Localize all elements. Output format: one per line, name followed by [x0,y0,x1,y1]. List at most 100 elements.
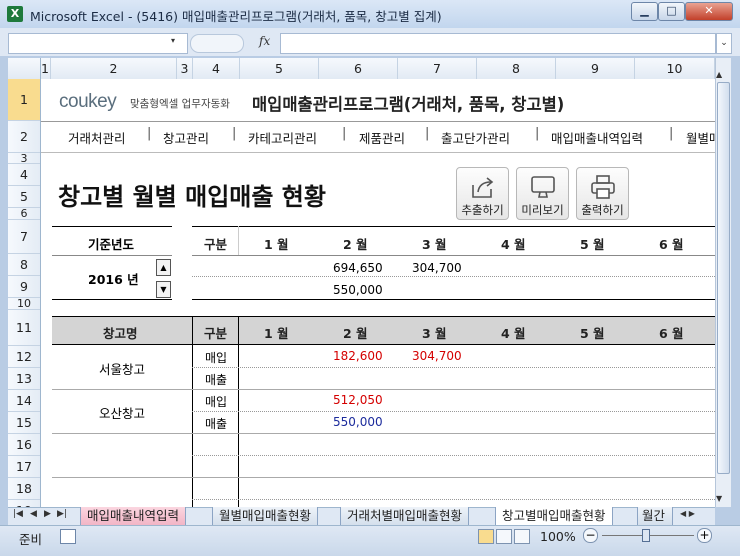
row-header-19[interactable]: 19 [8,500,40,507]
scroll-thumb[interactable] [717,82,730,474]
row-header-10[interactable]: 10 [8,297,40,310]
col-header-5[interactable]: 5 [240,58,319,79]
scroll-up-icon[interactable]: ▲ [716,70,722,79]
macro-record-icon[interactable] [60,529,76,544]
year-value[interactable]: 2016 년 [88,269,139,288]
page-break-view-icon[interactable] [514,529,530,544]
formula-tools[interactable] [190,34,244,53]
print-label: 출력하기 [581,203,624,217]
row-header-16[interactable]: 16 [8,434,40,456]
row-header-3[interactable]: 3 [8,152,40,165]
nav-item-warehouse[interactable]: 창고관리 [163,128,209,147]
sheet-tab-active[interactable]: 창고별매입매출현황 [495,507,613,526]
tab-scroll-arrows[interactable]: ◀ ▶ [680,509,715,523]
summary-header-sep [238,226,239,256]
row-header-7[interactable]: 7 [8,220,40,254]
export-button[interactable]: 추출하기 [456,167,509,220]
col-header-10[interactable]: 10 [635,58,715,79]
row-header-8[interactable]: 8 [8,254,40,276]
col-header-9[interactable]: 9 [556,58,635,79]
col-header-8[interactable]: 8 [477,58,556,79]
first-sheet-icon[interactable]: |◀ [13,509,23,519]
print-button[interactable]: 출력하기 [576,167,629,220]
nav-item-customer[interactable]: 거래처관리 [68,128,126,147]
summary-cell[interactable]: 304,700 [412,261,462,275]
col-header-2[interactable]: 2 [51,58,177,79]
nav-item-entry[interactable]: 매입매출내역입력 [551,128,643,147]
summary-row-line [192,276,715,277]
brand-divider [41,121,715,122]
prev-sheet-icon[interactable]: ◀ [30,509,37,519]
col-header-6[interactable]: 6 [319,58,398,79]
status-bar [0,525,740,556]
scroll-down-icon[interactable]: ▼ [716,494,722,503]
row-header-6[interactable]: 6 [8,207,40,220]
row-header-13[interactable]: 13 [8,368,40,390]
summary-cell[interactable]: 550,000 [333,283,383,297]
nav-separator: | [535,126,540,141]
zoom-in-icon[interactable]: + [697,528,712,543]
warehouse-name[interactable]: 오산창고 [99,403,145,422]
detail-cell[interactable]: 182,600 [333,349,383,363]
nav-item-product[interactable]: 제품관리 [359,128,405,147]
zoom-level[interactable]: 100% [540,529,576,544]
detail-cell[interactable]: 550,000 [333,415,383,429]
zoom-out-icon[interactable]: − [583,528,598,543]
expand-formula-icon[interactable]: ⌄ [716,33,732,54]
excel-app-icon[interactable]: X [7,6,23,22]
nav-item-monthly[interactable]: 월별매 [686,128,715,147]
col-header-4[interactable]: 4 [193,58,240,79]
row-header-4[interactable]: 4 [8,164,40,186]
last-sheet-icon[interactable]: ▶| [57,509,67,519]
col-header-7[interactable]: 7 [398,58,477,79]
monitor-icon [531,176,555,198]
insert-function-icon[interactable]: fx [259,34,270,48]
row-header-11[interactable]: 11 [8,310,40,346]
maximize-button[interactable]: □ [658,2,685,21]
row-type: 매입 [205,351,228,365]
select-all-corner[interactable] [8,58,41,79]
row-header-1[interactable]: 1 [8,79,40,121]
name-box[interactable] [8,33,188,54]
detail-cell[interactable]: 304,700 [412,349,462,363]
nav-separator: | [342,126,347,141]
summary-cell[interactable]: 694,650 [333,261,383,275]
row-header-15[interactable]: 15 [8,412,40,434]
summary-month-header: 5 월 [580,237,605,252]
summary-month-header: 4 월 [501,237,526,252]
year-top-line [52,226,172,227]
sheet-tab[interactable]: 거래처별매입매출현황 [340,507,470,526]
year-up-button[interactable]: ▲ [156,259,171,276]
row-header-2[interactable]: 2 [8,121,40,153]
row-header-12[interactable]: 12 [8,346,40,368]
page-layout-view-icon[interactable] [496,529,512,544]
formula-input[interactable] [280,33,716,54]
detail-month-header: 3 월 [422,326,447,341]
row-header-5[interactable]: 5 [8,186,40,208]
sheet-tab[interactable]: 매입매출내역입력 [80,507,187,526]
next-sheet-icon[interactable]: ▶ [44,509,51,519]
normal-view-icon[interactable] [478,529,494,544]
sheet-tab[interactable]: 월별매입매출현황 [212,507,319,526]
nav-item-category[interactable]: 카테고리관리 [248,128,317,147]
col-header-1[interactable]: 1 [40,58,51,79]
zoom-thumb[interactable] [642,529,650,542]
warehouse-name[interactable]: 서울창고 [99,359,145,378]
col-header-3[interactable]: 3 [177,58,193,79]
row-header: 1 2 3 4 5 6 7 8 9 10 11 12 13 14 15 16 1… [8,79,41,507]
sheet-tab[interactable]: 월간 [637,507,673,526]
row-header-9[interactable]: 9 [8,276,40,298]
row-header-14[interactable]: 14 [8,390,40,412]
detail-cell[interactable]: 512,050 [333,393,383,407]
row-header-18[interactable]: 18 [8,478,40,500]
minimize-button[interactable]: ▁ [631,2,658,21]
summary-header-line [192,255,715,256]
chevron-down-icon[interactable]: ▾ [171,36,175,45]
nav-item-price[interactable]: 출고단가관리 [441,128,510,147]
summary-bottom-line [192,299,715,300]
year-down-button[interactable]: ▼ [156,281,171,298]
close-button[interactable]: ✕ [685,2,733,21]
preview-button[interactable]: 미리보기 [516,167,569,220]
preview-label: 미리보기 [521,203,564,217]
row-header-17[interactable]: 17 [8,456,40,478]
